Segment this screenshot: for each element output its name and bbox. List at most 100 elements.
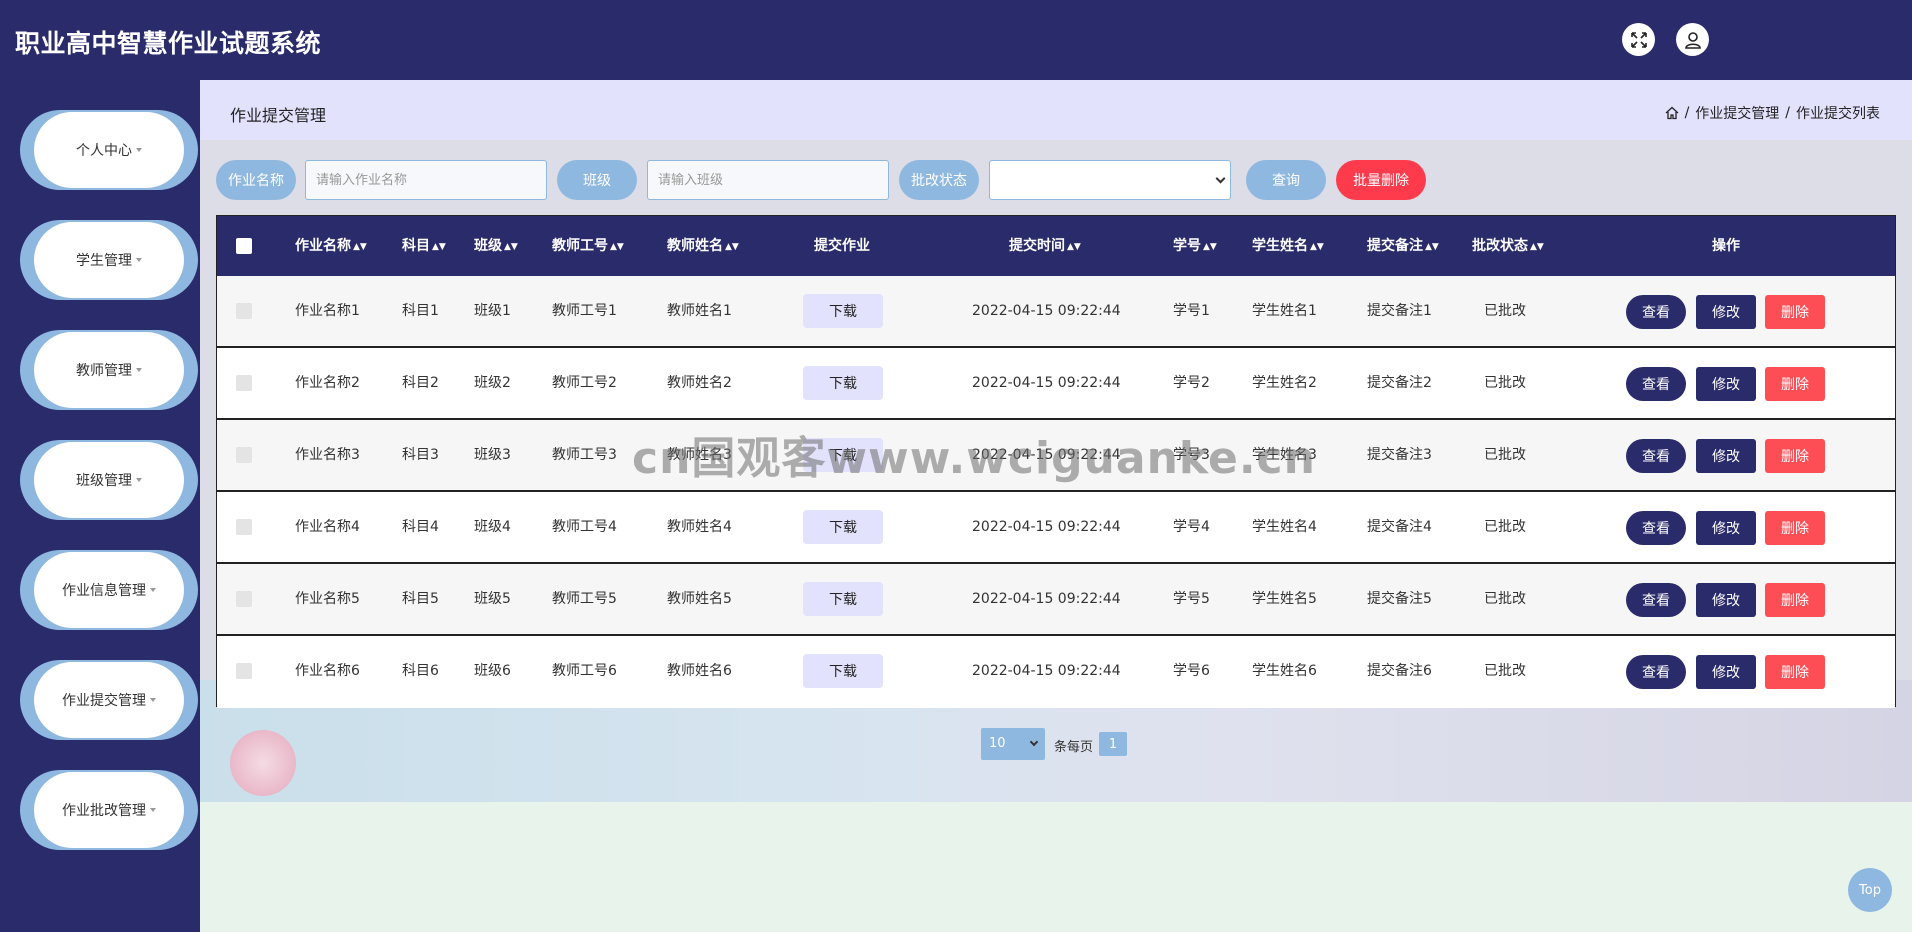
column-header[interactable]: 提交时间 ▲▼ [1009, 216, 1081, 276]
column-header[interactable]: 教师工号 ▲▼ [552, 216, 624, 276]
grading-status-select[interactable] [989, 160, 1231, 200]
sort-icon: ▲▼ [1067, 242, 1081, 252]
table-row: 作业名称2 科目2 班级2 教师工号2 教师姓名2 下载 2022-04-15 … [217, 348, 1895, 420]
download-button[interactable]: 下载 [803, 582, 883, 616]
delete-button[interactable]: 删除 [1765, 439, 1825, 473]
sidebar-item-students[interactable]: 学生管理 [20, 220, 198, 300]
page-size-select[interactable]: 10 [981, 728, 1045, 760]
sort-icon: ▲▼ [1530, 242, 1544, 252]
row-checkbox[interactable] [236, 519, 252, 535]
submission-table: 作业名称 ▲▼ 科目 ▲▼ 班级 ▲▼ 教师工号 ▲▼ 教师姓名 ▲▼ 提交作业 提交时间… [216, 215, 1896, 708]
cell-teacher-no: 教师工号5 [552, 591, 617, 607]
delete-button[interactable]: 删除 [1765, 367, 1825, 401]
homework-name-label: 作业名称 [216, 160, 296, 200]
download-button[interactable]: 下载 [803, 366, 883, 400]
breadcrumb-separator: / [1785, 105, 1790, 121]
download-button[interactable]: 下载 [803, 438, 883, 472]
homework-name-input[interactable] [305, 160, 547, 200]
row-checkbox[interactable] [236, 303, 252, 319]
query-button[interactable]: 查询 [1246, 160, 1326, 200]
cell-submit-time: 2022-04-15 09:22:44 [972, 447, 1121, 463]
sidebar-item-label: 作业信息管理 [62, 583, 146, 599]
cell-subject: 科目1 [402, 303, 439, 319]
select-all-checkbox[interactable] [236, 238, 252, 254]
cell-student-name: 学生姓名4 [1252, 519, 1317, 535]
column-header[interactable]: 作业名称 ▲▼ [295, 216, 367, 276]
row-checkbox[interactable] [236, 447, 252, 463]
view-button[interactable]: 查看 [1626, 439, 1686, 473]
breadcrumb-item[interactable]: 作业提交管理 [1695, 103, 1779, 123]
cell-homework-name: 作业名称3 [295, 447, 360, 463]
delete-button[interactable]: 删除 [1765, 583, 1825, 617]
edit-button[interactable]: 修改 [1696, 583, 1756, 617]
delete-button[interactable]: 删除 [1765, 511, 1825, 545]
batch-delete-button[interactable]: 批量删除 [1336, 160, 1426, 200]
sidebar-item-label: 个人中心 [76, 143, 132, 159]
cell-class: 班级1 [474, 303, 511, 319]
sidebar-item-homework-grading[interactable]: 作业批改管理 [20, 770, 198, 850]
table-row: 作业名称5 科目5 班级5 教师工号5 教师姓名5 下载 2022-04-15 … [217, 564, 1895, 636]
sort-icon: ▲▼ [610, 242, 624, 252]
fullscreen-button[interactable] [1622, 23, 1655, 56]
sidebar-item-label: 教师管理 [76, 363, 132, 379]
sidebar-item-personal-center[interactable]: 个人中心 [20, 110, 198, 190]
caret-down-icon [150, 808, 156, 812]
top-header: 职业高中智慧作业试题系统 [0, 0, 1912, 80]
table-row: 作业名称4 科目4 班级4 教师工号4 教师姓名4 下载 2022-04-15 … [217, 492, 1895, 564]
fullscreen-icon [1630, 31, 1647, 48]
row-checkbox[interactable] [236, 591, 252, 607]
view-button[interactable]: 查看 [1626, 295, 1686, 329]
breadcrumb-item: 作业提交列表 [1796, 106, 1880, 122]
column-header[interactable]: 批改状态 ▲▼ [1472, 216, 1544, 276]
sort-icon: ▲▼ [1310, 242, 1324, 252]
edit-button[interactable]: 修改 [1696, 511, 1756, 545]
column-header[interactable]: 学生姓名 ▲▼ [1252, 216, 1324, 276]
chevron-down-icon [1029, 737, 1039, 747]
sidebar-item-teachers[interactable]: 教师管理 [20, 330, 198, 410]
page-title: 作业提交管理 [230, 106, 327, 125]
user-button[interactable] [1676, 23, 1709, 56]
home-icon[interactable] [1665, 106, 1679, 120]
caret-down-icon [136, 148, 142, 152]
view-button[interactable]: 查看 [1626, 583, 1686, 617]
column-header[interactable]: 教师姓名 ▲▼ [667, 216, 739, 276]
cell-status: 已批改 [1484, 519, 1526, 535]
cell-homework-name: 作业名称4 [295, 519, 360, 535]
breadcrumb-separator: / [1684, 105, 1690, 121]
edit-button[interactable]: 修改 [1696, 439, 1756, 473]
row-checkbox[interactable] [236, 375, 252, 391]
cell-class: 班级3 [474, 447, 511, 463]
cell-submit-time: 2022-04-15 09:22:44 [972, 375, 1121, 391]
download-button[interactable]: 下载 [803, 510, 883, 544]
column-header[interactable]: 学号 ▲▼ [1173, 216, 1217, 276]
download-button[interactable]: 下载 [803, 654, 883, 688]
sidebar-item-label: 作业批改管理 [62, 803, 146, 819]
row-checkbox[interactable] [236, 663, 252, 679]
delete-button[interactable]: 删除 [1765, 655, 1825, 689]
edit-button[interactable]: 修改 [1696, 655, 1756, 689]
table-row: 作业名称1 科目1 班级1 教师工号1 教师姓名1 下载 2022-04-15 … [217, 276, 1895, 348]
class-input[interactable] [647, 160, 889, 200]
sidebar-item-homework-submission[interactable]: 作业提交管理 [20, 660, 198, 740]
cell-subject: 科目2 [402, 375, 439, 391]
cell-status: 已批改 [1484, 591, 1526, 607]
view-button[interactable]: 查看 [1626, 511, 1686, 545]
cell-status: 已批改 [1484, 303, 1526, 319]
view-button[interactable]: 查看 [1626, 367, 1686, 401]
cell-teacher-name: 教师姓名5 [667, 591, 732, 607]
column-header[interactable]: 班级 ▲▼ [474, 216, 518, 276]
view-button[interactable]: 查看 [1626, 655, 1686, 689]
sort-icon: ▲▼ [1425, 242, 1439, 252]
column-header[interactable]: 提交备注 ▲▼ [1367, 216, 1439, 276]
sidebar-item-homework-info[interactable]: 作业信息管理 [20, 550, 198, 630]
delete-button[interactable]: 删除 [1765, 295, 1825, 329]
sidebar-item-classes[interactable]: 班级管理 [20, 440, 198, 520]
column-header: 提交作业 [814, 238, 870, 254]
edit-button[interactable]: 修改 [1696, 367, 1756, 401]
page-title-bar: 作业提交管理 / 作业提交管理 / 作业提交列表 [200, 80, 1912, 140]
column-header[interactable]: 科目 ▲▼ [402, 216, 446, 276]
page-number-button[interactable]: 1 [1099, 732, 1127, 756]
edit-button[interactable]: 修改 [1696, 295, 1756, 329]
back-to-top-button[interactable]: Top [1848, 868, 1892, 912]
download-button[interactable]: 下载 [803, 294, 883, 328]
